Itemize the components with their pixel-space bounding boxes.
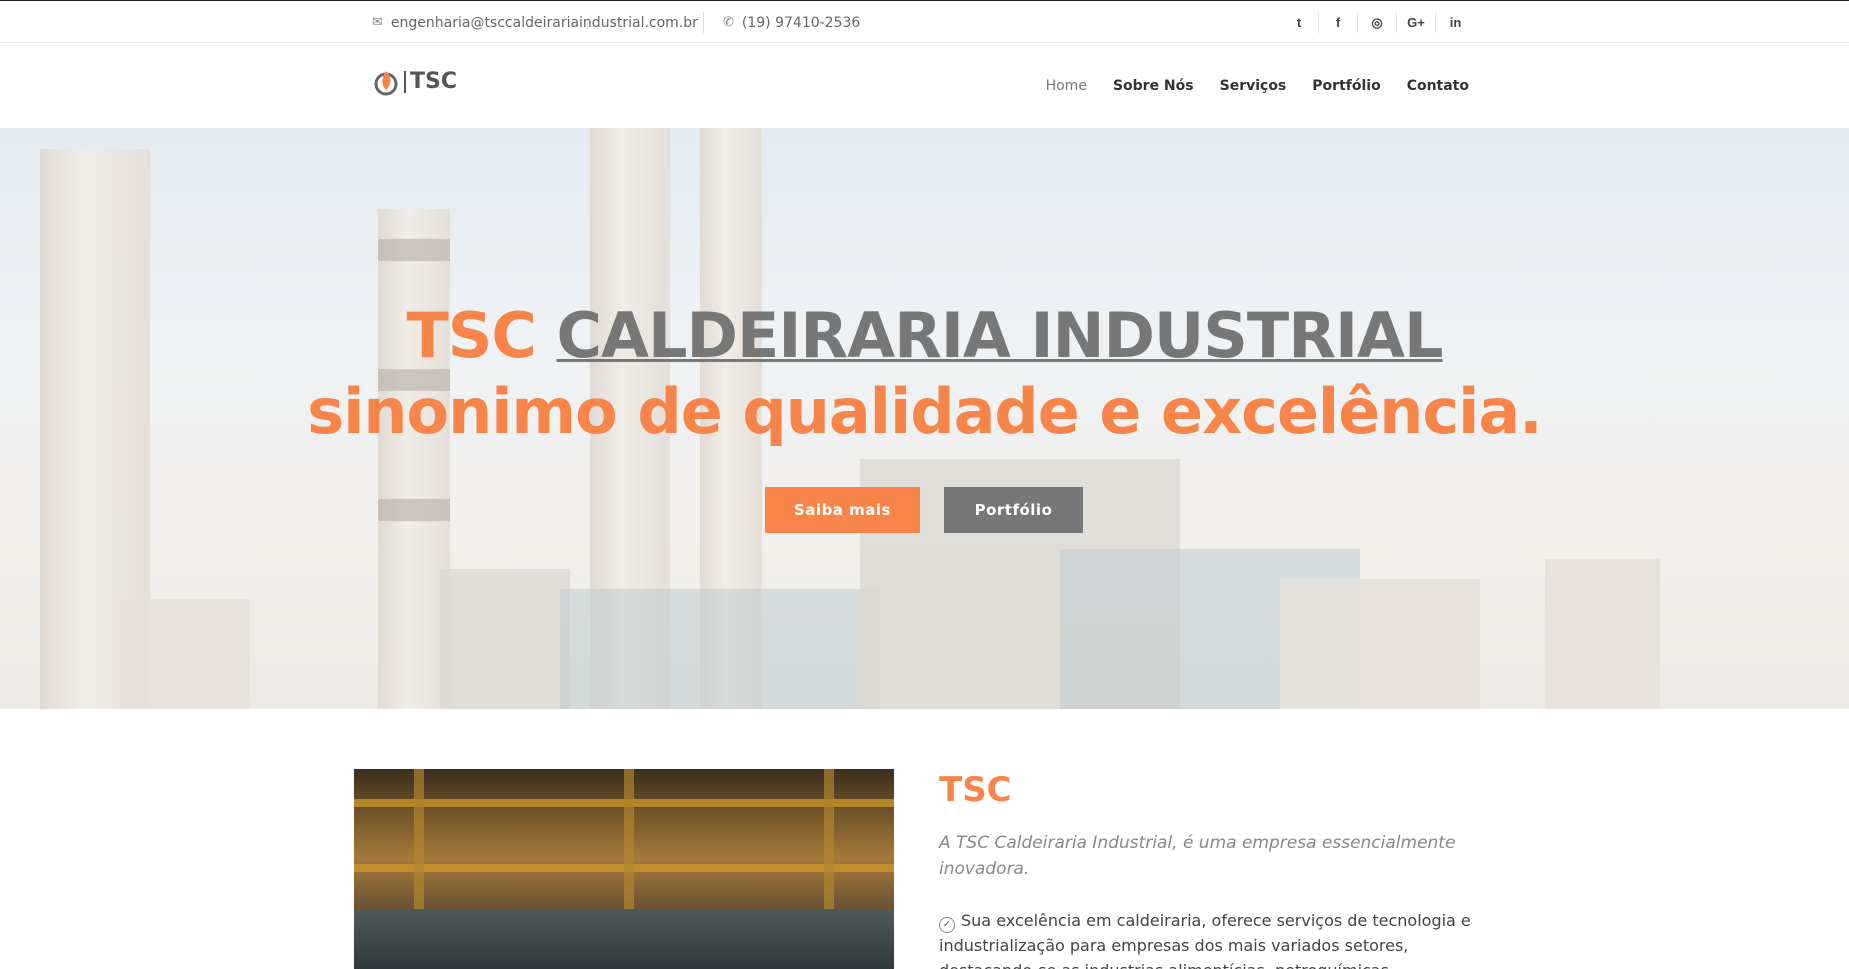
email-contact[interactable]: ✉ engenharia@tsccaldeirariaindustrial.co…: [372, 1, 698, 44]
main-header: TSC Home Sobre Nós Serviços Portfólio Contat…: [0, 43, 1849, 128]
linkedin-icon[interactable]: in: [1436, 12, 1475, 33]
nav-contato[interactable]: Contato: [1407, 78, 1469, 94]
logo-text: TSC: [404, 71, 457, 93]
hero-title-name[interactable]: CALDEIRARIA INDUSTRIAL: [557, 299, 1444, 372]
hero-tagline: sinonimo de qualidade e excelência.: [307, 375, 1543, 448]
about-lead: A TSC Caldeiraria Industrial, é uma empr…: [939, 833, 1456, 879]
phone-text[interactable]: (19) 97410-2536: [742, 15, 860, 31]
envelope-icon: ✉: [372, 15, 383, 30]
instagram-icon[interactable]: ◎: [1358, 12, 1397, 33]
facebook-icon[interactable]: f: [1319, 12, 1358, 33]
nav-servicos[interactable]: Serviços: [1220, 78, 1287, 94]
about-feature-text: Sua excelência em caldeiraria, oferece s…: [939, 911, 1471, 969]
warehouse-image: [354, 769, 894, 969]
logo-mark-icon: [374, 71, 398, 96]
phone-icon: ✆: [723, 15, 734, 30]
hero-title-brand: TSC: [406, 299, 536, 372]
google-plus-icon[interactable]: G+: [1397, 12, 1436, 33]
saiba-mais-button[interactable]: Saiba mais: [765, 487, 920, 533]
social-links: t f ◎ G+ in: [1280, 1, 1475, 44]
about-feature-item: ✓ Sua excelência em caldeiraria, oferece …: [939, 908, 1479, 969]
hero-title: TSC CALDEIRARIA INDUSTRIAL sinonimo de q…: [0, 298, 1849, 450]
logo[interactable]: TSC: [372, 68, 457, 96]
nav-home[interactable]: Home: [1046, 78, 1087, 94]
nav-sobre-nos[interactable]: Sobre Nós: [1113, 78, 1194, 94]
main-nav: Home Sobre Nós Serviços Portfólio Contato: [1020, 43, 1469, 128]
check-circle-icon: ✓: [939, 917, 955, 933]
hero-section: TSC CALDEIRARIA INDUSTRIAL sinonimo de q…: [0, 128, 1849, 709]
nav-portfolio[interactable]: Portfólio: [1312, 78, 1380, 94]
top-bar: ✉ engenharia@tsccaldeirariaindustrial.co…: [0, 0, 1849, 43]
email-text[interactable]: engenharia@tsccaldeirariaindustrial.com.…: [391, 15, 698, 31]
contact-divider: [703, 12, 704, 33]
twitter-icon[interactable]: t: [1280, 12, 1319, 33]
about-title: TSC: [939, 770, 1012, 810]
portfolio-button[interactable]: Portfólio: [944, 487, 1083, 533]
phone-contact[interactable]: ✆ (19) 97410-2536: [723, 1, 860, 44]
